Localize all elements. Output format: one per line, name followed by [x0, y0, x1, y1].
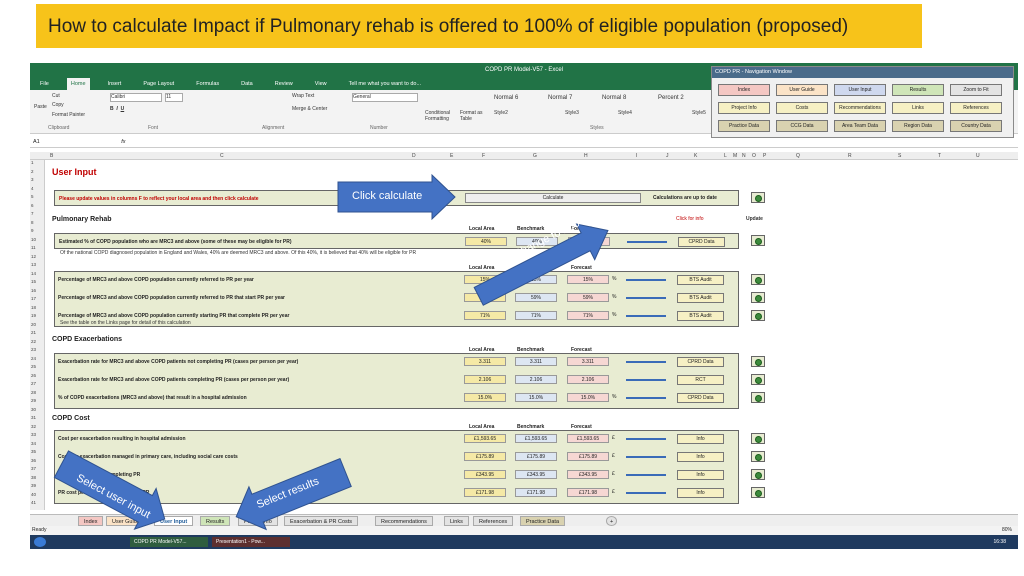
callout-click-calculate: Click calculate	[352, 190, 423, 202]
change-arrow-group	[473, 223, 609, 306]
change-to-100-arrow	[473, 223, 609, 306]
callout-layer	[53, 173, 609, 531]
